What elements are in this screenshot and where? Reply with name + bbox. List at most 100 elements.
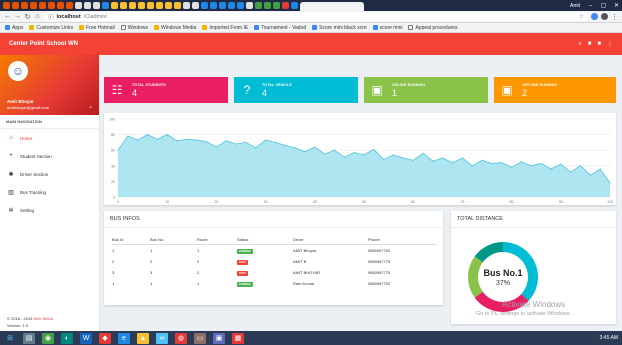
bookmark-item[interactable]: Windows <box>120 25 148 31</box>
app-icon[interactable]: ∞ <box>156 332 168 344</box>
browser-tab[interactable] <box>183 2 190 9</box>
browser-tab[interactable] <box>291 2 298 9</box>
sidebar-item-setting[interactable]: ✲ Setting <box>0 201 99 219</box>
ie-icon[interactable]: e <box>118 332 130 344</box>
info-box-total-vehicle[interactable]: ? TOTAL VEHICLE 4 <box>234 77 358 103</box>
reload-icon[interactable]: ↻ <box>24 13 31 21</box>
browser-tab[interactable] <box>156 2 163 9</box>
app-icon[interactable]: ▲ <box>137 332 149 344</box>
extension-icon[interactable] <box>601 13 608 20</box>
table-row[interactable]: 3 3 2 STOP AMIT BHOYAR 9860967775 <box>112 267 437 278</box>
chevron-down-icon[interactable]: ⌄ <box>88 103 93 110</box>
tasks-icon[interactable]: ■ <box>597 41 601 48</box>
browser-tab[interactable] <box>21 2 28 9</box>
browser-tab[interactable] <box>120 2 127 9</box>
excel-icon[interactable]: ◉ <box>42 332 54 344</box>
browser-tab[interactable] <box>237 2 244 9</box>
menu-icon[interactable]: ⋮ <box>611 13 618 21</box>
browser-tab[interactable] <box>48 2 55 9</box>
browser-tab[interactable] <box>201 2 208 9</box>
bookmark-item[interactable]: Customize Links <box>29 25 73 31</box>
info-box-online-running[interactable]: ▣ ONLINE RUNNING 1 <box>364 77 488 103</box>
browser-tab[interactable] <box>282 2 289 9</box>
browser-tab[interactable] <box>147 2 154 9</box>
url-input[interactable]: ⓘ localhost/Cladmin/ ☆ <box>44 12 588 21</box>
data-point <box>255 147 257 149</box>
more-icon[interactable]: ⋮ <box>607 41 613 48</box>
browser-tab[interactable] <box>39 2 46 9</box>
sidebar-item-driver-section[interactable]: ✱ Driver Section <box>0 165 99 183</box>
browser-tab[interactable] <box>228 2 235 9</box>
bookmark-item[interactable]: Appeal procedures <box>408 25 457 31</box>
browser-tab[interactable] <box>165 2 172 9</box>
browser-tab[interactable] <box>66 2 73 9</box>
extension-icon[interactable] <box>591 13 598 20</box>
sidebar-item-home[interactable]: ⌂ Home <box>0 129 99 147</box>
star-icon[interactable]: ☆ <box>579 14 584 20</box>
browser-tab[interactable] <box>75 2 82 9</box>
browser-tab[interactable] <box>30 2 37 9</box>
close-icon[interactable]: ✕ <box>611 2 622 9</box>
browser-tab[interactable] <box>246 2 253 9</box>
browser-tab[interactable] <box>138 2 145 9</box>
bookmark-item[interactable]: Imported From IE <box>202 25 248 31</box>
bookmark-item[interactable]: Apps <box>5 25 23 31</box>
app-title[interactable]: Center Point School WN <box>9 41 78 47</box>
browser-tab[interactable] <box>111 2 118 9</box>
browser-user-label[interactable]: Amit <box>567 3 583 9</box>
table-row[interactable]: 1 1 1 RUNNING AMIT Bhoyar 9860967702 <box>112 245 437 256</box>
sidebar-item-student-section[interactable]: + Student Section <box>0 147 99 165</box>
map-icon: ▥ <box>8 189 14 196</box>
route-cell: 2 <box>197 259 200 264</box>
folder-icon[interactable]: ▭ <box>194 332 206 344</box>
maximize-icon[interactable]: ▢ <box>598 2 609 9</box>
cricket-icon <box>372 25 378 30</box>
data-point <box>373 148 375 151</box>
notification-icon[interactable]: ■ <box>588 41 592 48</box>
app-icon[interactable]: ▣ <box>213 332 225 344</box>
chrome-icon[interactable]: ◍ <box>175 332 187 344</box>
word-icon[interactable]: W <box>80 332 92 344</box>
start-icon[interactable]: ⊞ <box>4 333 16 344</box>
info-box-label: OFFLINE RUNNING <box>522 82 558 87</box>
browser-tab-active[interactable] <box>300 2 364 11</box>
browser-tab[interactable] <box>12 2 19 9</box>
bookmark-item[interactable]: score mini <box>372 25 402 31</box>
file-explorer-icon[interactable]: ▤ <box>23 332 35 344</box>
app-icon[interactable]: ◐ <box>61 332 73 344</box>
home-button-icon[interactable]: ⌂ <box>34 13 41 20</box>
browser-tab[interactable] <box>129 2 136 9</box>
forward-icon[interactable]: → <box>14 13 21 20</box>
brand-link[interactable]: NIKI INDIA <box>34 316 54 321</box>
search-icon[interactable]: ⌕ <box>578 41 581 48</box>
bookmark-item[interactable]: Tournament - Vadod <box>254 25 306 31</box>
avatar[interactable]: ☺ <box>8 61 28 81</box>
bookmark-item[interactable]: Free Hotmail <box>79 25 115 31</box>
browser-tab[interactable] <box>102 2 109 9</box>
info-box-total-students[interactable]: ☷ TOTAL STUDENTS 4 <box>104 77 228 103</box>
browser-tab[interactable] <box>174 2 181 9</box>
browser-tab[interactable] <box>273 2 280 9</box>
back-icon[interactable]: ← <box>4 13 11 20</box>
info-box-offline-running[interactable]: ▣ OFFLINE RUNNING 2 <box>494 77 616 103</box>
bookmark-item[interactable]: Windows Media <box>154 25 196 31</box>
app-icon[interactable]: ▦ <box>232 332 244 344</box>
browser-tab[interactable] <box>210 2 217 9</box>
browser-tab[interactable] <box>192 2 199 9</box>
table-row[interactable]: 1 1 1 RUNNING Ram Kumar 9860967702 <box>112 278 437 289</box>
data-point <box>442 157 444 159</box>
browser-tab[interactable] <box>57 2 64 9</box>
browser-tab[interactable] <box>219 2 226 9</box>
table-row[interactable]: 2 2 2 STOP AMIT B 9860967775 <box>112 256 437 267</box>
browser-tab[interactable] <box>93 2 100 9</box>
sidebar-item-bus-tracking[interactable]: ▥ Bus Tracking <box>0 183 99 201</box>
browser-tab[interactable] <box>3 2 10 9</box>
nav-header: MAIN NAVIGATION <box>0 115 99 129</box>
minimize-icon[interactable]: – <box>585 3 596 9</box>
browser-tab[interactable] <box>255 2 262 9</box>
info-box-label: TOTAL STUDENTS <box>132 82 166 87</box>
browser-tab[interactable] <box>84 2 91 9</box>
bookmark-item[interactable]: Score mini black scre <box>312 25 367 31</box>
app-icon[interactable]: ◆ <box>99 332 111 344</box>
browser-tab[interactable] <box>264 2 271 9</box>
